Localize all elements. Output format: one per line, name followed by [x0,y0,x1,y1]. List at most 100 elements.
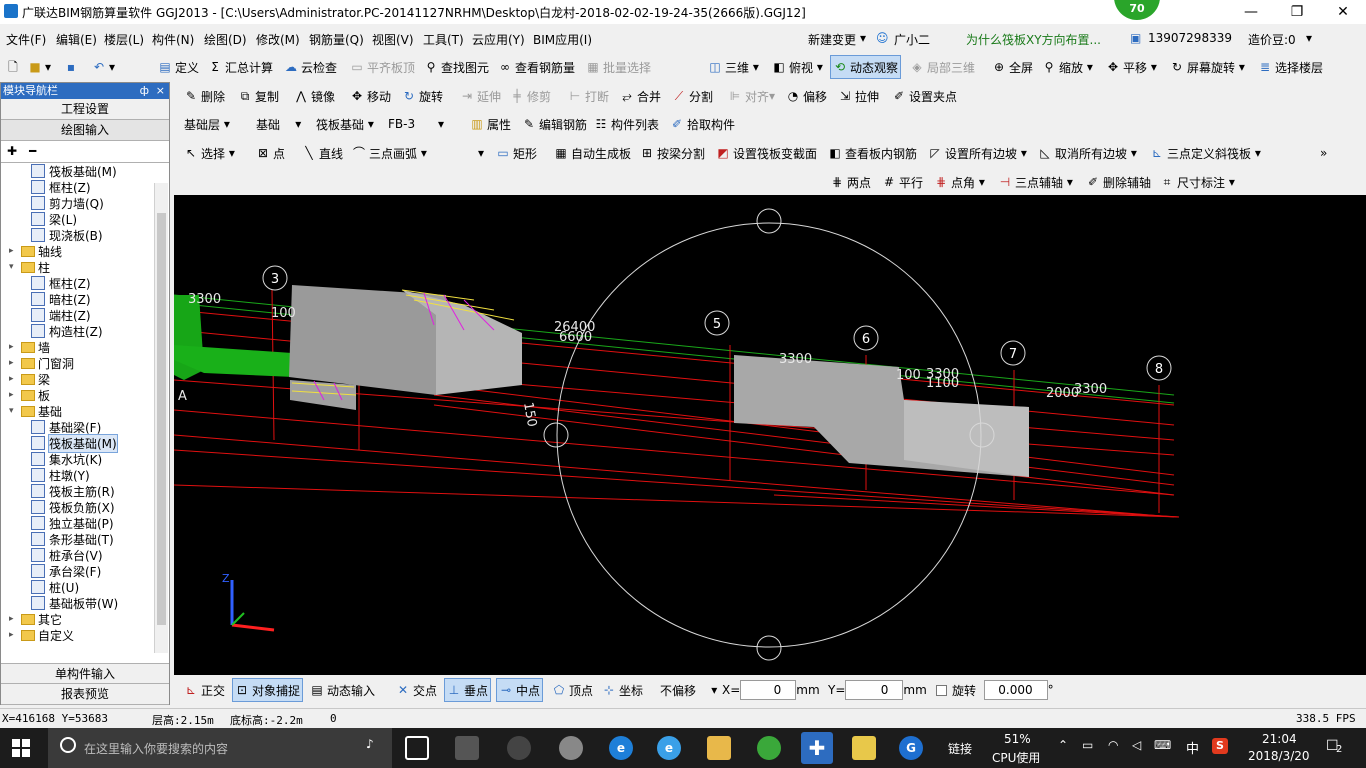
three-point-slope-dropdown[interactable]: ⊾ 三点定义斜筏板 ▾ [1148,141,1263,165]
orbit-handle-left[interactable] [543,422,569,448]
tree-scrollbar[interactable] [154,183,168,653]
sogou-tray-icon[interactable]: S [1212,738,1228,754]
menu-modify[interactable]: 修改(M) [256,31,300,48]
menu-cloud[interactable]: 云应用(Y) [472,31,525,48]
tree-item[interactable]: ▸ 门窗洞 [9,355,74,371]
pick-component-button[interactable]: ✐ 拾取构件 [668,112,737,136]
tree-item[interactable]: 筏板负筋(X) [31,499,115,515]
pin-icon[interactable]: ф [140,83,149,99]
copy-button[interactable]: ⧉ 复制 [236,84,281,108]
wifi-icon[interactable]: ◠ [1108,738,1118,752]
user-icon[interactable]: ▣ [1130,31,1141,45]
single-component-input-button[interactable]: 单构件输入 [1,663,169,684]
new-file-button[interactable]: 🗋 [4,55,25,79]
mirror-button[interactable]: ⋀ 镜像 [292,84,337,108]
menu-rebar[interactable]: 钢筋量(Q) [309,31,364,48]
taskbar-search-box[interactable]: 在这里输入你要搜索的内容 ♪ [48,728,392,768]
drawing-input-button[interactable]: 绘图输入 [1,120,169,141]
three-point-aux-dropdown[interactable]: ⊣ 三点辅轴 ▾ [996,170,1075,194]
expand-icon[interactable]: ▸ [9,342,19,352]
coordinate-snap-toggle[interactable]: ⊹ 坐标 [600,678,645,702]
zoom-dropdown[interactable]: ⚲ 缩放 ▾ [1040,55,1095,79]
file-explorer-icon[interactable] [707,736,731,760]
dynamic-input-toggle[interactable]: ▤ 动态输入 [308,678,377,702]
edit-rebar-button[interactable]: ✎ 编辑钢筋 [520,112,589,136]
microphone-icon[interactable]: ♪ [366,737,374,751]
rotate-button[interactable]: ↻ 旋转 [400,84,445,108]
offset-mode-select[interactable]: 不偏移 ▾ [658,678,719,702]
open-file-button[interactable]: ■ ▾ [26,55,53,79]
perpendicular-snap-toggle[interactable]: ⊥ 垂点 [444,678,492,702]
point-button[interactable]: ⊠ 点 [254,141,287,165]
notes-app-icon[interactable] [852,736,876,760]
batch-select-button[interactable]: ▦ 批量选择 [584,55,653,79]
report-preview-button[interactable]: 报表预览 [1,684,169,705]
set-all-edges-dropdown[interactable]: ◸ 设置所有边坡 ▾ [926,141,1029,165]
collapse-icon[interactable]: ▾ [9,406,19,416]
tree-item[interactable]: 现浇板(B) [31,227,103,243]
engineering-settings-button[interactable]: 工程设置 [1,99,169,120]
windows-start-icon[interactable] [12,739,30,757]
component-select[interactable]: FB-3 ▾ [386,112,456,136]
tree-item[interactable]: 独立基础(P) [31,515,114,531]
cloud-check-button[interactable]: ☁ 云检查 [282,55,339,79]
delete-aux-button[interactable]: ✐ 删除辅轴 [1084,170,1153,194]
tree-item[interactable]: 梁(L) [31,211,77,227]
ie-browser-icon[interactable]: e [657,736,681,760]
clock-date[interactable]: 2018/3/20 [1248,749,1310,763]
tree-item[interactable]: ▸ 自定义 [9,627,74,643]
question-link[interactable]: 为什么筏板XY方向布置... [966,31,1101,48]
tree-item[interactable]: 基础梁(F) [31,419,101,435]
auto-gen-slab-button[interactable]: ▦ 自动生成板 [552,141,633,165]
scrollbar-thumb[interactable] [157,213,166,625]
arc3-dropdown[interactable]: ⌒ 三点画弧 ▾ [350,141,429,165]
drawing-canvas[interactable]: 3 5 6 7 8 3300 100 26400 6600 3300 100 3… [174,195,1366,675]
merge-button[interactable]: ⥂ 合并 [618,84,663,108]
parallel-button[interactable]: # 平行 [880,170,925,194]
trim-button[interactable]: ╪ 修剪 [508,84,553,108]
tree-item[interactable]: 承台梁(F) [31,563,101,579]
tree-item[interactable]: 端柱(Z) [31,307,91,323]
flush-slab-button[interactable]: ▭ 平齐板顶 [348,55,417,79]
tree-item[interactable]: ▸ 其它 [9,611,62,627]
tree-item[interactable]: ▾ 柱 [9,259,50,275]
menu-component[interactable]: 构件(N) [152,31,194,48]
set-grip-button[interactable]: ✐ 设置夹点 [890,84,959,108]
undo-button[interactable]: ↶ ▾ [90,55,117,79]
tree-item[interactable]: 框柱(Z) [31,179,91,195]
stretch-button[interactable]: ⇲ 拉伸 [836,84,881,108]
tree-item[interactable]: 条形基础(T) [31,531,114,547]
split-by-beam-button[interactable]: ⊞ 按梁分割 [638,141,707,165]
menu-view[interactable]: 视图(V) [372,31,414,48]
collapse-all-icon[interactable]: ━ [29,144,36,158]
menu-draw[interactable]: 绘图(D) [204,31,247,48]
expand-all-icon[interactable]: ✚ [7,144,17,158]
y-offset-input[interactable]: 0 [845,680,904,700]
view3d-dropdown[interactable]: ◫ 三维 ▾ [706,55,761,79]
close-button[interactable]: ✕ [1320,0,1366,24]
save-button[interactable]: ▪ [62,55,83,79]
fullscreen-button[interactable]: ⊕ 全屏 [990,55,1035,79]
chevron-up-icon[interactable]: ⌃ [1058,738,1068,752]
rect-button[interactable]: ▭ 矩形 [494,141,539,165]
task-view-icon[interactable] [405,736,429,760]
orbit-handle-bottom[interactable] [756,635,782,661]
tree-item[interactable]: 暗柱(Z) [31,291,91,307]
battery-icon[interactable]: ▭ [1082,738,1093,752]
rotate-angle-input[interactable]: 0.000 [983,680,1048,700]
edge-browser-icon[interactable]: e [609,736,633,760]
collapse-icon[interactable]: ▾ [9,262,19,272]
expand-icon[interactable]: ▸ [9,630,19,640]
intersect-snap-toggle[interactable]: ✕ 交点 [394,678,439,702]
menu-tools[interactable]: 工具(T) [423,31,464,48]
sum-button[interactable]: Σ 汇总计算 [206,55,275,79]
tree-item[interactable]: 柱墩(Y) [31,467,90,483]
menu-edit[interactable]: 编辑(E) [56,31,97,48]
link-label[interactable]: 链接 [948,740,972,757]
pan-dropdown[interactable]: ✥ 平移 ▾ [1104,55,1159,79]
point-angle-dropdown[interactable]: ⋕ 点角 ▾ [932,170,987,194]
rotate-screen-dropdown[interactable]: ↻ 屏幕旋转 ▾ [1168,55,1247,79]
expand-icon[interactable]: ▸ [9,246,19,256]
fan-app-icon[interactable] [455,736,479,760]
glodon-g-icon[interactable]: G [899,736,923,760]
